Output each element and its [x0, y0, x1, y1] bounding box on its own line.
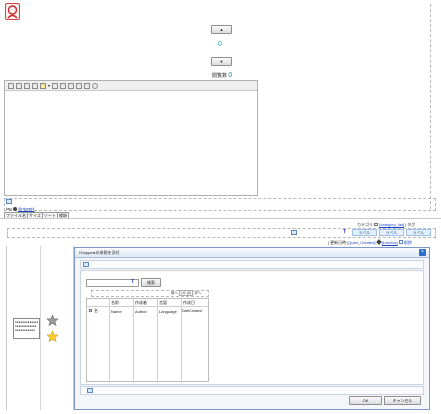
vote-count: 0 — [218, 41, 222, 48]
link-icon[interactable] — [84, 82, 91, 89]
prev-page-link[interactable]: 前へ — [171, 291, 178, 295]
attachment-icon[interactable] — [6, 199, 12, 204]
section-divider — [0, 218, 441, 219]
cancel-button[interactable]: キャンセル — [384, 396, 421, 405]
logo[interactable] — [5, 3, 20, 20]
table-icon[interactable] — [76, 82, 83, 89]
sort-row: | 更新日時 [Ques_Created] [Link/ica] 削除 — [328, 239, 412, 245]
edit-icon[interactable] — [16, 82, 22, 89]
cell-date: DateCreated — [182, 309, 202, 313]
lower-left-divider — [40, 246, 41, 410]
text-color-caret-icon[interactable]: ▾ — [48, 83, 50, 88]
dialog-titlebar: ISnippetsの参照を添付 × — [75, 248, 429, 258]
star-gray-icon[interactable] — [46, 314, 59, 327]
category-meta: カテゴリ [category_list] | タグ — [357, 222, 416, 227]
vote-up-button[interactable]: ▲ — [211, 25, 232, 34]
down-arrow-icon: ▼ — [219, 59, 224, 64]
row-checkbox[interactable] — [89, 309, 92, 312]
info-card: ●●●●●●●●●●●●●●●● ●●●/●●●/●●●●● ●●●●●●●●●… — [13, 318, 40, 339]
text-color-icon[interactable] — [40, 82, 46, 89]
category-icon — [374, 223, 379, 226]
dialog-close-icon[interactable]: × — [419, 249, 426, 256]
align-icon[interactable] — [52, 82, 59, 89]
col-header-date[interactable]: 作成日 — [183, 300, 195, 305]
label-chip-1[interactable]: ラベル — [352, 229, 377, 236]
user-avatar-icon — [7, 5, 18, 19]
grid-col-1 — [109, 299, 110, 381]
cell-language: Language — [159, 309, 177, 314]
search-filter-icon[interactable]: T — [131, 280, 134, 285]
label-chip-2[interactable]: ラベル — [379, 229, 404, 236]
dialog-attach-icon[interactable] — [83, 262, 89, 267]
paste-icon[interactable] — [32, 82, 38, 89]
file-icon[interactable] — [8, 82, 14, 89]
smiley-icon[interactable] — [92, 82, 99, 89]
col-header-name[interactable]: 名前 — [111, 300, 119, 305]
dialog-bottom-toolbar — [80, 386, 424, 395]
pencil-icon[interactable] — [375, 239, 382, 245]
dialog-toolbar — [80, 260, 424, 269]
cell-author: Author — [135, 309, 147, 314]
indent-icon[interactable] — [68, 82, 75, 89]
list-icon[interactable] — [60, 82, 67, 89]
delete-icon[interactable] — [398, 240, 403, 244]
cell-name: Name — [111, 309, 122, 314]
dialog-title: ISnippetsの参照を添付 — [79, 250, 120, 255]
grid-col-3 — [157, 299, 158, 381]
copy-icon[interactable] — [24, 82, 30, 89]
label-chip-3[interactable]: ラベル — [406, 229, 431, 236]
tag-icon — [12, 206, 17, 211]
col-header-author[interactable]: 作成者 — [135, 300, 147, 305]
search-button[interactable]: 検索 — [141, 278, 161, 287]
attachment-area — [4, 198, 436, 211]
row-check-label: 名 — [94, 308, 98, 313]
pagination-controls: 前へ 1/1 (0) 次へ — [171, 290, 201, 296]
dialog-bottom-attach-icon[interactable] — [87, 388, 93, 393]
editor-toolbar: ▾ — [5, 81, 257, 91]
col-header-language[interactable]: 言語 — [159, 300, 167, 305]
tag-link[interactable]: iSnippet4 — [18, 206, 35, 211]
page-indicator: 1/1 (0) — [178, 290, 194, 296]
results-grid: 名前 作成者 言語 作成日 名 Name Author Language Dat… — [86, 298, 209, 382]
rich-text-editor[interactable]: ▾ — [4, 80, 258, 196]
info-card-line3: ●●●●●●●●●●● — [15, 328, 35, 332]
view-count-label: 閲覧数 0 — [212, 72, 233, 79]
vote-down-button[interactable]: ▼ — [211, 57, 232, 66]
grid-header-divider — [87, 306, 208, 307]
star-gold-icon[interactable] — [46, 330, 59, 343]
grid-col-2 — [133, 299, 134, 381]
next-page-link[interactable]: 次へ — [194, 291, 201, 295]
right-sidebar-border — [430, 4, 431, 209]
tag-line: tag iSnippet4 — [6, 206, 35, 211]
up-arrow-icon: ▲ — [219, 27, 224, 32]
filter-icon[interactable]: T — [343, 230, 348, 235]
ok-button[interactable]: OK — [349, 396, 382, 405]
label-bar-icon[interactable] — [291, 230, 297, 235]
link-ica[interactable]: [Link/ica] — [382, 240, 398, 245]
category-link[interactable]: [category_list] — [379, 222, 404, 227]
